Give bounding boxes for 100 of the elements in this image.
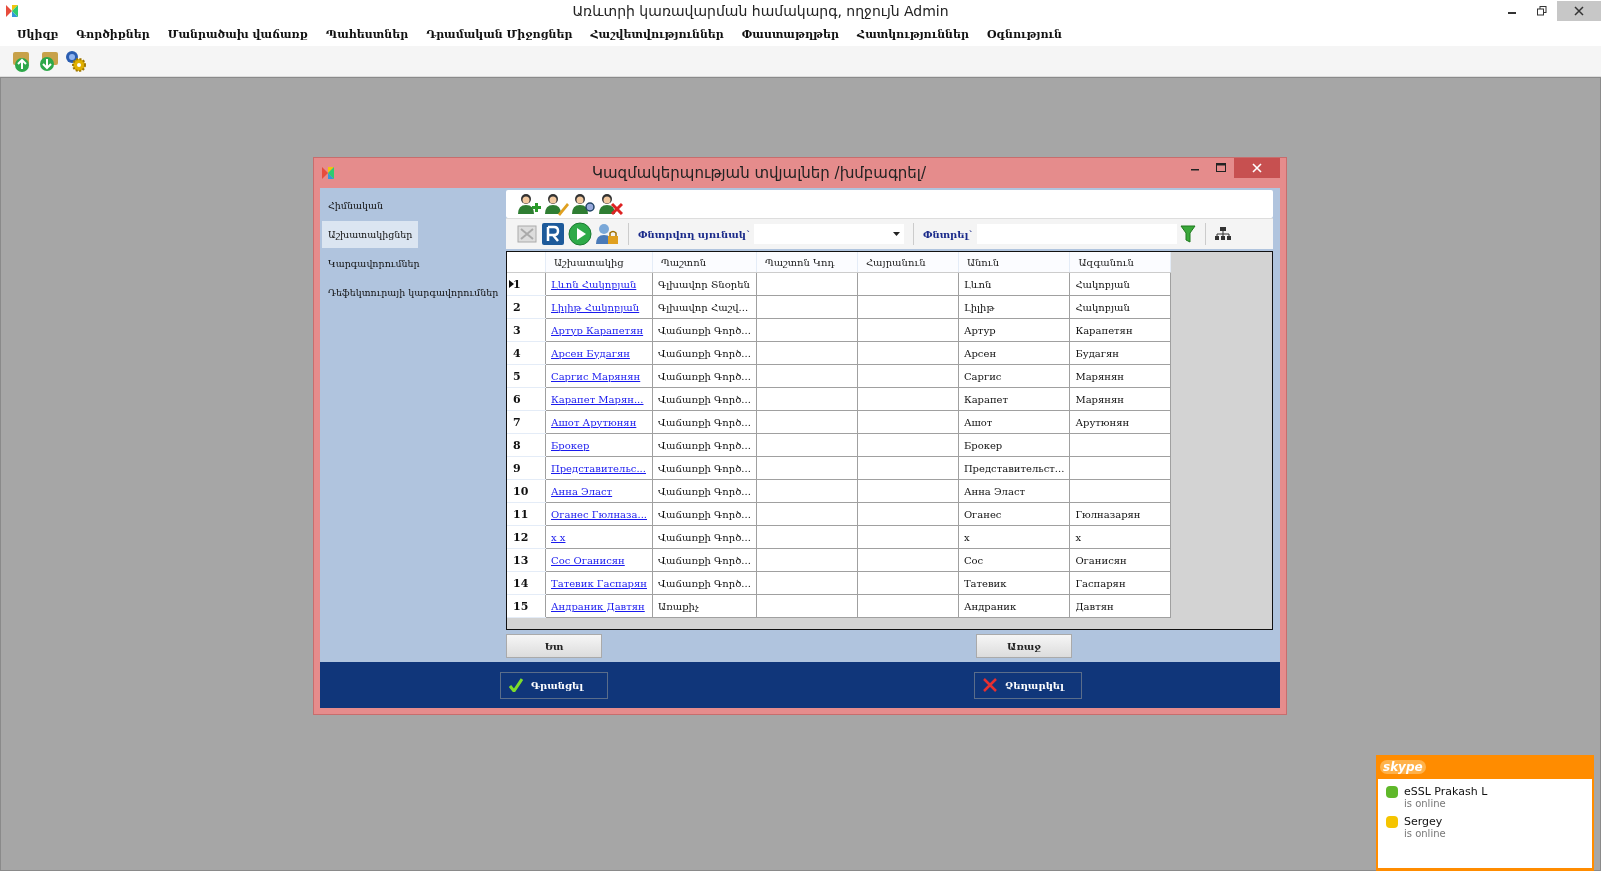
employee-link[interactable]: Брокер bbox=[551, 439, 590, 451]
menu-item[interactable]: Հատկություններ bbox=[848, 27, 978, 41]
table-cell: Հակոբյան bbox=[1069, 272, 1171, 296]
table-cell: Карапет bbox=[958, 387, 1070, 411]
menu-item[interactable]: Սկիզբ bbox=[8, 27, 68, 41]
table-cell: Լիլիթ bbox=[958, 295, 1070, 319]
table-cell: Гаспарян bbox=[1069, 571, 1171, 595]
row-header[interactable]: 12 bbox=[507, 525, 546, 549]
table-cell: Арсен bbox=[958, 341, 1070, 365]
sidebar-item[interactable]: Հիմնական bbox=[322, 192, 390, 219]
table-cell: Հակոբյան bbox=[1069, 295, 1171, 319]
table-cell: x bbox=[1069, 525, 1171, 549]
folder-down-arrow-icon[interactable] bbox=[37, 49, 61, 73]
add-user-icon[interactable] bbox=[516, 192, 542, 216]
delete-user-icon[interactable] bbox=[597, 192, 623, 216]
table-cell: Վաճառքի Գործ... bbox=[652, 548, 757, 572]
table-cell: Ашот bbox=[958, 410, 1070, 434]
table-cell: Առաքիչ bbox=[652, 594, 757, 618]
row-header[interactable]: 3 bbox=[507, 318, 546, 342]
table-cell: Сос bbox=[958, 548, 1070, 572]
table-cell: Саргис bbox=[958, 364, 1070, 388]
search-column-label: Փնտրվող սյունակ` bbox=[638, 228, 751, 240]
table-cell: Վաճառքի Գործ... bbox=[652, 571, 757, 595]
close-icon bbox=[1252, 163, 1262, 173]
table-cell: Վաճառքի Գործ... bbox=[652, 502, 757, 526]
menu-item[interactable]: Փաստաթղթեր bbox=[732, 27, 849, 41]
employee-link[interactable]: x x bbox=[551, 531, 566, 543]
app-logo-icon bbox=[320, 165, 336, 181]
table-cell: Վաճառքի Գործ... bbox=[652, 387, 757, 411]
close-icon bbox=[983, 678, 997, 692]
row-header[interactable]: 9 bbox=[507, 456, 546, 480]
row-header[interactable]: 10 bbox=[507, 479, 546, 503]
table-cell: Գլխավոր Տնօրեն bbox=[652, 272, 757, 296]
table-cell: Վաճառքի Գործ... bbox=[652, 318, 757, 342]
table-cell: Татевик bbox=[958, 571, 1070, 595]
column-header[interactable]: Պաշտոն bbox=[652, 252, 757, 273]
dialog-title: Կազմակերպության տվյալներ /խմբագրել/ bbox=[591, 164, 927, 182]
contact-name: Sergey bbox=[1404, 815, 1444, 828]
table-cell: Վաճառքի Գործ... bbox=[652, 456, 757, 480]
column-header[interactable]: Հայրանուն bbox=[857, 252, 959, 273]
row-header[interactable]: 7 bbox=[507, 410, 546, 434]
table-cell: Марянян bbox=[1069, 364, 1171, 388]
menu-item[interactable]: Օգնություն bbox=[977, 27, 1071, 41]
sidebar-item[interactable]: Աշխատակիցներ bbox=[322, 221, 419, 248]
cancel-button[interactable]: Չեղարկել bbox=[974, 671, 1082, 699]
menu-item[interactable]: Մանրածախ վաճառք bbox=[158, 27, 317, 41]
row-header[interactable]: 4 bbox=[507, 341, 546, 365]
row-header[interactable]: 1 bbox=[507, 272, 546, 296]
save-button[interactable]: Գրանցել bbox=[500, 671, 608, 699]
menu-item[interactable]: Գործիքներ bbox=[67, 27, 159, 41]
table-cell: Андраник bbox=[958, 594, 1070, 618]
sidebar-item[interactable]: Դեֆեկտուրայի կարգավորումներ bbox=[322, 279, 505, 306]
table-cell: Будагян bbox=[1069, 341, 1171, 365]
user-lock-icon[interactable] bbox=[595, 222, 619, 246]
contact-status: is online bbox=[1404, 798, 1447, 809]
column-header[interactable]: Պաշտոն Կոդ bbox=[756, 252, 858, 273]
table-cell: Վաճառքի Գործ... bbox=[652, 364, 757, 388]
column-header[interactable]: Ազգանուն bbox=[1069, 252, 1171, 273]
row-header[interactable]: 11 bbox=[507, 502, 546, 526]
table-cell: Վաճառքի Գործ... bbox=[652, 433, 757, 457]
close-icon bbox=[1574, 6, 1584, 16]
table-cell: Վաճառքի Գործ... bbox=[652, 479, 757, 503]
table-cell: Գլխավոր Հաշվ... bbox=[652, 295, 757, 319]
row-header[interactable]: 6 bbox=[507, 387, 546, 411]
filter-icon[interactable] bbox=[1179, 225, 1196, 243]
row-header[interactable]: 14 bbox=[507, 571, 546, 595]
caret-icon bbox=[892, 232, 900, 236]
table-cell: Представительст... bbox=[958, 456, 1070, 480]
row-header[interactable]: 8 bbox=[507, 433, 546, 457]
play-icon[interactable] bbox=[568, 222, 592, 246]
forward-button[interactable]: Առաջ bbox=[976, 634, 1072, 658]
menu-item[interactable]: Պահեստներ bbox=[316, 27, 418, 41]
column-header[interactable]: Անուն bbox=[958, 252, 1070, 273]
column-header[interactable]: Աշխատակից bbox=[545, 252, 653, 273]
back-button[interactable]: Ետ bbox=[506, 634, 602, 658]
maximize-icon bbox=[1216, 163, 1226, 173]
checkmark-icon bbox=[509, 678, 523, 692]
row-header[interactable]: 13 bbox=[507, 548, 546, 572]
table-cell: Վաճառքի Գործ... bbox=[652, 525, 757, 549]
table-cell: Гюлназарян bbox=[1069, 502, 1171, 526]
table-cell: Վաճառքի Գործ... bbox=[652, 341, 757, 365]
report-icon[interactable] bbox=[541, 222, 565, 246]
app-logo-icon bbox=[4, 3, 20, 19]
table-cell: Артур bbox=[958, 318, 1070, 342]
table-cell: Давтян bbox=[1069, 594, 1171, 618]
table-cell: Арутюнян bbox=[1069, 410, 1171, 434]
hierarchy-icon[interactable] bbox=[1214, 227, 1231, 241]
row-header[interactable]: 15 bbox=[507, 594, 546, 618]
table-cell: Карапетян bbox=[1069, 318, 1171, 342]
sidebar-item[interactable]: Կարգավորումներ bbox=[322, 250, 426, 277]
table-cell: Վաճառքի Գործ... bbox=[652, 410, 757, 434]
contact-status: is online bbox=[1404, 828, 1447, 839]
row-header[interactable]: 5 bbox=[507, 364, 546, 388]
row-header[interactable]: 2 bbox=[507, 295, 546, 319]
table-cell: Լևոն bbox=[958, 272, 1070, 296]
window-title: Առևտրի կառավարման համակարգ, ողջույն Admin bbox=[571, 3, 950, 19]
menu-item[interactable]: Հաշվետվություններ bbox=[581, 27, 733, 41]
menu-item[interactable]: Դրամական Միջոցներ bbox=[417, 27, 582, 41]
edit-user-icon[interactable] bbox=[543, 192, 569, 216]
search-user-icon[interactable] bbox=[570, 192, 596, 216]
